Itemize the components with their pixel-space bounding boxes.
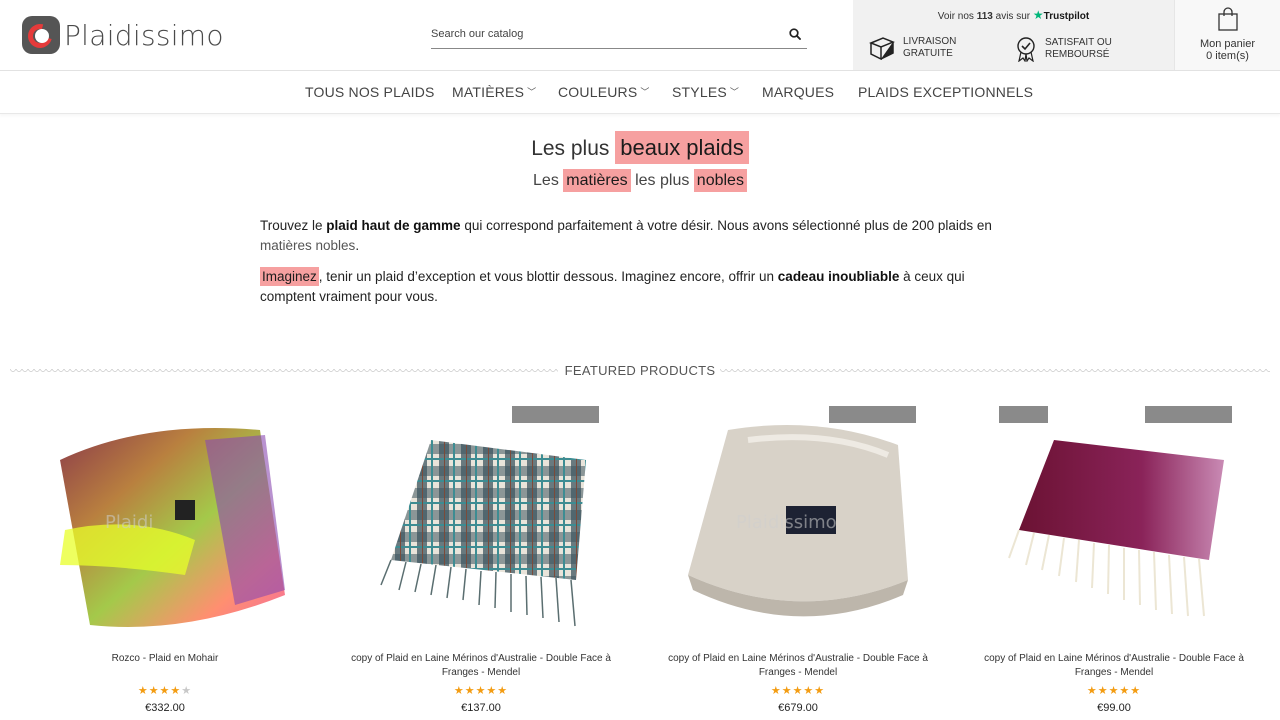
trustpilot-suffix: avis sur <box>995 11 1031 22</box>
subtitle-part: les plus <box>635 172 690 189</box>
trustpilot-prefix: Voir nos <box>937 11 974 22</box>
product-price: €679.00 <box>778 702 818 714</box>
page-title: Les plus beaux plaids <box>0 131 1280 164</box>
logo-icon <box>22 16 60 54</box>
product-image[interactable] <box>351 400 611 640</box>
nav-item-exceptional-plaids[interactable]: PLAIDS EXCEPTIONNELS <box>858 84 1033 100</box>
shopping-bag-icon <box>1217 7 1238 31</box>
search-bar <box>431 22 807 49</box>
intro-paragraph-1: Trouvez le plaid haut de gamme qui corre… <box>260 216 1020 256</box>
refund-line-1: SATISFAIT OU <box>1045 37 1112 48</box>
nav-label: PLAIDS EXCEPTIONNELS <box>858 84 1034 100</box>
nav-label: MATIÈRES <box>452 84 525 100</box>
nav-label: MARQUES <box>762 84 835 100</box>
materials-link[interactable]: matières nobles <box>260 238 355 253</box>
nav-item-colors[interactable]: COULEURS ﹀ <box>558 84 650 100</box>
trustpilot-brand: Trustpilot <box>1043 11 1090 22</box>
product-name[interactable]: copy of Plaid en Laine Mérinos d'Austral… <box>984 652 1244 680</box>
delivery-line-2: GRATUITE <box>903 48 953 59</box>
product-price: €99.00 <box>1097 702 1131 714</box>
product-rating: ★★★★★ <box>453 685 509 697</box>
product-card[interactable]: copy of Plaid en Laine Mérinos d'Austral… <box>984 400 1244 720</box>
reassurance-block: Voir nos 113 avis sur ★Trustpilot LIVRAI… <box>853 0 1174 70</box>
trustpilot-star-icon: ★ <box>1032 8 1044 22</box>
wave-divider <box>720 369 1270 373</box>
bold-text: cadeau inoubliable <box>777 269 900 284</box>
delivery-box-icon <box>869 37 895 60</box>
text: Trouvez le <box>260 218 327 233</box>
nav-label: COULEURS <box>558 84 638 100</box>
product-rating: ★★★★★ <box>137 685 193 697</box>
product-card[interactable]: copy of Plaid en Laine Mérinos d'Austral… <box>351 400 611 720</box>
product-card[interactable]: Plaidissimo copy of Plaid en Laine Mérin… <box>668 400 928 720</box>
refund-line-2: REMBOURSÉ <box>1045 49 1110 60</box>
subtitle-highlight: matières <box>563 169 631 192</box>
product-rating: ★★★★★ <box>1086 685 1142 697</box>
subtitle-part: Les <box>533 172 559 189</box>
watermark: Plaidi <box>105 512 153 533</box>
product-image[interactable] <box>984 400 1244 640</box>
nav-item-materials[interactable]: MATIÈRES ﹀ <box>452 84 536 100</box>
cart-count: 0 item(s) <box>1206 50 1249 62</box>
satisfied-or-refunded: SATISFAIT OU REMBOURSÉ <box>1015 36 1112 62</box>
product-rating: ★★★★★ <box>770 685 826 697</box>
highlight-text: Imaginez <box>260 267 319 286</box>
nav-item-styles[interactable]: STYLES ﹀ <box>672 84 739 100</box>
chevron-down-icon: ﹀ <box>640 87 650 97</box>
bold-text: plaid haut de gamme <box>326 218 461 233</box>
page-subtitle: Les matières les plus nobles <box>0 169 1280 192</box>
nav-item-brands[interactable]: MARQUES <box>762 84 834 100</box>
site-header: Plaidissimo Voir nos 113 avis sur ★Trust… <box>0 0 1280 71</box>
nav-item-all-plaids[interactable]: TOUS NOS PLAIDS <box>305 84 435 100</box>
product-name[interactable]: copy of Plaid en Laine Mérinos d'Austral… <box>351 652 611 680</box>
watermark: Plaidissimo <box>736 512 837 533</box>
text: qui correspond parfaitement à votre dési… <box>460 218 992 233</box>
product-price: €137.00 <box>461 702 501 714</box>
product-name[interactable]: Rozco - Plaid en Mohair <box>35 652 295 666</box>
cart-button[interactable]: Mon panier 0 item(s) <box>1174 0 1280 70</box>
title-highlight: beaux plaids <box>615 131 749 164</box>
delivery-line-1: LIVRAISON <box>903 36 957 47</box>
search-input[interactable] <box>431 22 771 46</box>
subtitle-highlight: nobles <box>693 169 747 192</box>
search-icon[interactable] <box>789 27 803 41</box>
chevron-down-icon: ﹀ <box>729 87 740 97</box>
featured-header: FEATURED PRODUCTS <box>10 361 1270 381</box>
nav-label: TOUS NOS PLAIDS <box>305 84 435 100</box>
logo[interactable]: Plaidissimo <box>22 15 224 55</box>
cart-label: Mon panier <box>1199 38 1256 50</box>
chevron-down-icon: ﹀ <box>527 87 537 97</box>
text: , tenir un plaid d’exception et vous blo… <box>318 269 778 284</box>
refund-badge-icon <box>1017 37 1035 62</box>
product-name[interactable]: copy of Plaid en Laine Mérinos d'Austral… <box>668 652 928 680</box>
trustpilot-link[interactable]: Voir nos 113 avis sur ★Trustpilot <box>853 8 1174 22</box>
title-plain: Les plus <box>531 137 610 160</box>
product-image[interactable]: Plaidi <box>35 400 295 640</box>
nav-label: STYLES <box>672 84 727 100</box>
brand-name: Plaidissimo <box>64 18 224 52</box>
product-price: €332.00 <box>145 702 185 714</box>
free-delivery: LIVRAISON GRATUITE <box>869 36 956 60</box>
main-nav: TOUS NOS PLAIDS MATIÈRES ﹀ COULEURS ﹀ STYL… <box>0 71 1280 114</box>
trustpilot-count: 113 <box>976 11 993 22</box>
product-card[interactable]: Plaidi Rozco - Plaid en Mohair ★★★★★ €33… <box>35 400 295 720</box>
intro-paragraph-2: Imaginez, tenir un plaid d’exception et … <box>260 267 1020 307</box>
text: . <box>355 238 360 253</box>
product-image[interactable]: Plaidissimo <box>668 400 928 640</box>
